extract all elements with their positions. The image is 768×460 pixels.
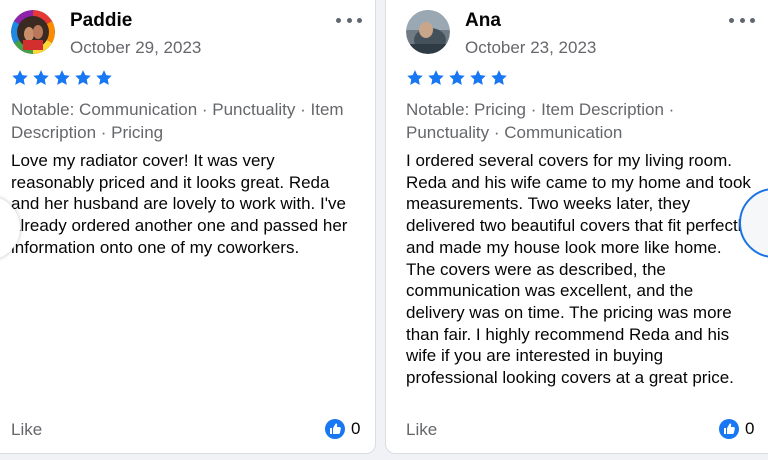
notable-tags: Notable: Communication · Punctuality · I…	[11, 100, 344, 142]
notable-tags: Notable: Pricing · Item Description · Pu…	[406, 100, 675, 142]
star-icon	[428, 70, 444, 85]
review-card: Paddie October 29, 2023 Notable: Communi…	[0, 0, 376, 454]
reaction-count[interactable]: 0	[719, 419, 754, 439]
review-text: Love my radiator cover! It was very reas…	[11, 151, 348, 257]
avatar[interactable]	[406, 10, 450, 54]
thumbs-up-icon	[325, 419, 345, 439]
like-button[interactable]: Like	[11, 420, 42, 440]
star-rating	[406, 69, 508, 87]
review-card: Ana October 23, 2023 Notable: Pricing · …	[385, 0, 768, 454]
more-options-icon[interactable]	[729, 13, 755, 27]
star-icon	[96, 70, 112, 85]
star-icon	[449, 70, 465, 85]
thumbs-up-icon	[719, 419, 739, 439]
star-rating	[11, 69, 113, 87]
star-icon	[54, 70, 70, 85]
star-icon	[407, 70, 423, 85]
star-icon	[75, 70, 91, 85]
reviews-carousel: Paddie October 29, 2023 Notable: Communi…	[0, 0, 768, 460]
like-button[interactable]: Like	[406, 420, 437, 440]
review-text: I ordered several covers for my living r…	[406, 151, 751, 388]
reviewer-name[interactable]: Paddie	[70, 10, 132, 32]
more-options-icon[interactable]	[336, 13, 362, 27]
like-count: 0	[351, 419, 361, 438]
star-icon	[491, 70, 507, 85]
star-icon	[470, 70, 486, 85]
reaction-count[interactable]: 0	[325, 419, 360, 439]
avatar[interactable]	[11, 10, 55, 54]
like-count: 0	[745, 419, 755, 438]
star-icon	[33, 70, 49, 85]
review-date: October 23, 2023	[465, 38, 597, 57]
reviewer-name[interactable]: Ana	[465, 10, 501, 32]
star-icon	[12, 70, 28, 85]
review-date: October 29, 2023	[70, 38, 202, 57]
